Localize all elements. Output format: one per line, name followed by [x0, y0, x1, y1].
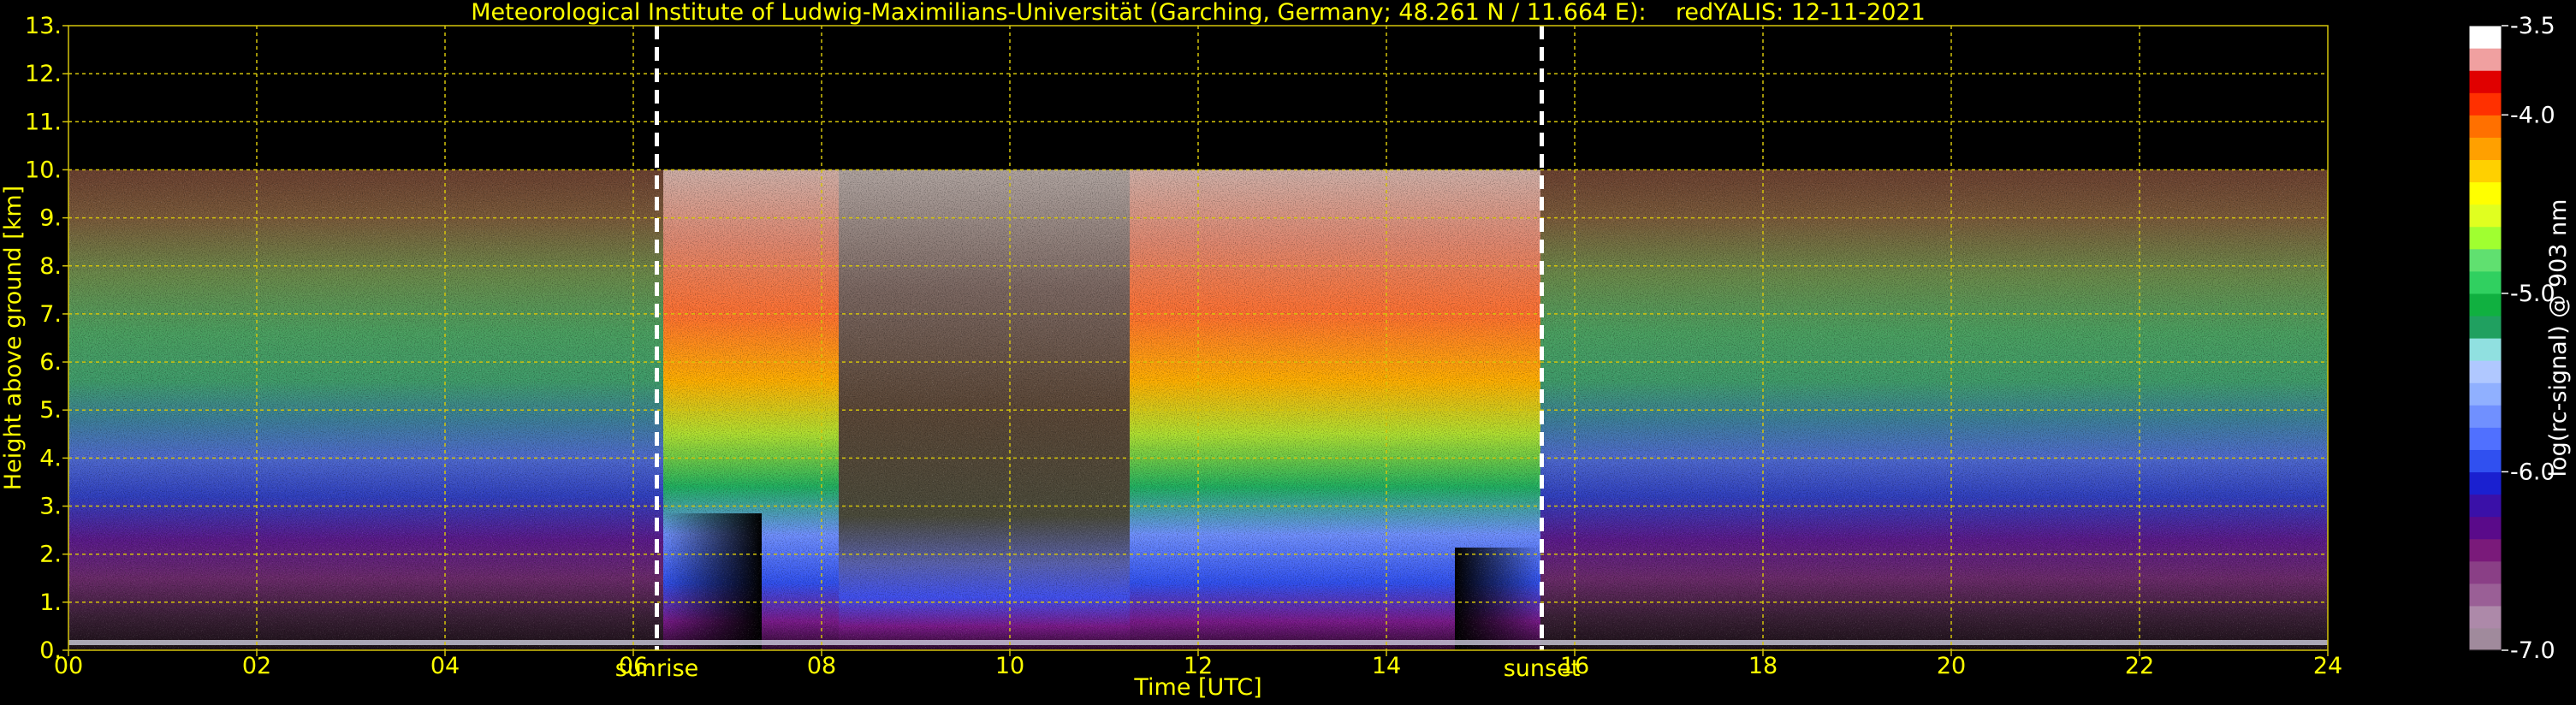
y-tick-label: 1. [39, 589, 62, 616]
colorbar-swatch [2469, 583, 2502, 607]
colorbar-swatch [2469, 159, 2502, 183]
colorbar-swatch [2469, 382, 2502, 406]
colorbar [2468, 25, 2502, 651]
colorbar-swatch [2469, 560, 2502, 584]
colorbar-tick-label: -3.5 [2510, 13, 2555, 39]
colorbar-swatch [2469, 405, 2502, 428]
y-tick-label: 5. [39, 397, 62, 424]
y-tick-label: 2. [39, 542, 62, 568]
colorbar-swatch [2469, 627, 2502, 651]
chart-title: Meteorological Institute of Ludwig-Maxim… [471, 0, 1926, 26]
x-tick-label: 14 [1372, 653, 1401, 679]
y-tick-label: 12. [25, 61, 62, 87]
x-axis-label: Time [UTC] [1133, 674, 1261, 701]
colorbar-swatch [2469, 137, 2502, 161]
sun-annotation: sunset [1504, 655, 1581, 682]
annotations: sunrise sunset [615, 655, 1581, 682]
y-tick-label: 11. [25, 109, 62, 135]
y-tick-label: 13. [25, 13, 62, 39]
y-tick-label: 6. [39, 349, 62, 376]
x-tick-label: 24 [2313, 653, 2342, 679]
colorbar-swatch [2469, 449, 2502, 473]
y-tick-label: 4. [39, 445, 62, 471]
x-tick-label: 22 [2125, 653, 2154, 679]
colorbar-swatch [2469, 427, 2502, 450]
colorbar-swatch [2469, 516, 2502, 540]
x-tick-label: 00 [54, 653, 83, 679]
x-tick-label: 18 [1748, 653, 1778, 679]
colorbar-swatch [2469, 226, 2502, 250]
colorbar-swatch [2469, 115, 2502, 138]
colorbar-swatch [2469, 538, 2502, 562]
colorbar-swatch [2469, 293, 2502, 317]
colorbar-swatch [2469, 270, 2502, 294]
lidar-chart: 0.1.2.3.4.5.6.7.8.9.10.11.12.13. 00 02 04 0… [0, 0, 2572, 701]
x-tick-label: 02 [242, 653, 271, 679]
colorbar-swatch [2469, 248, 2502, 272]
colorbar-swatch [2469, 605, 2502, 629]
colorbar-swatch [2469, 471, 2502, 495]
y-tick-label: 8. [39, 253, 62, 280]
colorbar-swatch [2469, 70, 2502, 93]
colorbar-swatch [2469, 48, 2502, 71]
colorbar-swatch [2469, 181, 2502, 205]
y-tick-label: 10. [25, 157, 62, 183]
colorbar-swatch [2469, 92, 2502, 116]
colorbar-tick-label: -7.0 [2510, 637, 2555, 664]
colorbar-swatch [2469, 360, 2502, 383]
colorbar-label: log(rc-signal) @ 903 nm [2545, 199, 2572, 477]
colorbar-swatch [2469, 315, 2502, 339]
colorbar-swatch [2469, 204, 2502, 228]
x-tick-label: 04 [430, 653, 460, 679]
y-axis: 0.1.2.3.4.5.6.7.8.9.10.11.12.13. [25, 13, 68, 664]
colorbar-swatch [2469, 338, 2502, 361]
y-tick-label: 3. [39, 494, 62, 520]
colorbar-tick-label: -4.0 [2510, 102, 2555, 128]
sun-annotation: sunrise [615, 655, 699, 682]
colorbar-swatch [2469, 26, 2502, 49]
y-tick-label: 9. [39, 205, 62, 232]
y-tick-label: 7. [39, 301, 62, 328]
x-tick-label: 20 [1937, 653, 1966, 679]
y-axis-label: Height above ground [km] [0, 186, 27, 490]
x-tick-label: 08 [807, 653, 836, 679]
x-tick-label: 10 [995, 653, 1024, 679]
colorbar-swatch [2469, 494, 2502, 518]
